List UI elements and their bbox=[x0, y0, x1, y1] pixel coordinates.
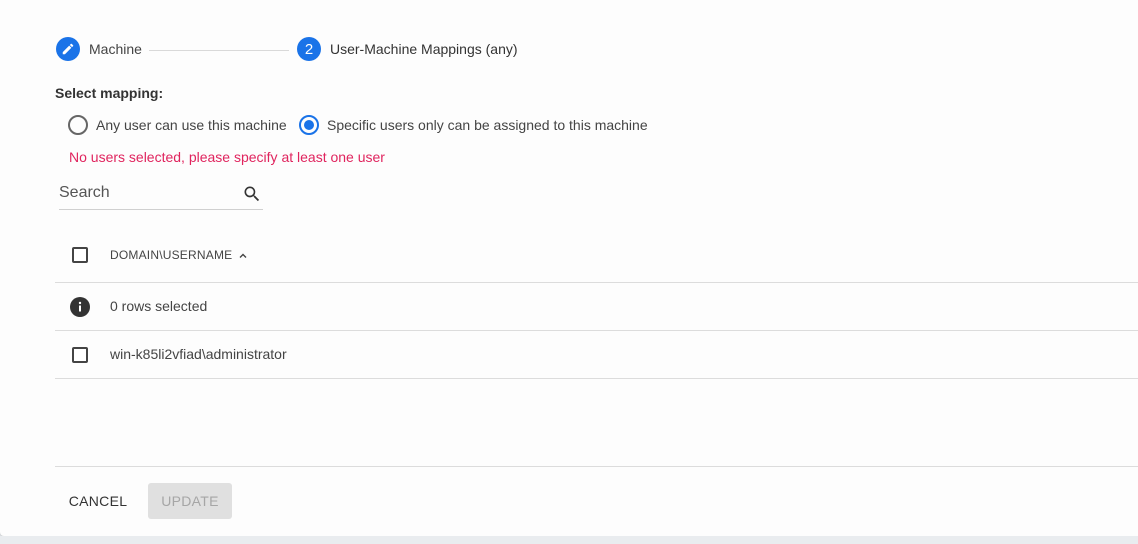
row-divider bbox=[55, 282, 1138, 283]
search-field bbox=[59, 178, 263, 210]
step-machine[interactable]: Machine bbox=[56, 37, 142, 61]
page-background-strip bbox=[0, 536, 1138, 544]
row-divider bbox=[55, 330, 1138, 331]
search-input[interactable] bbox=[59, 182, 229, 204]
column-header-domain-username[interactable]: DOMAIN\USERNAME bbox=[110, 248, 248, 262]
search-icon[interactable] bbox=[242, 184, 262, 204]
radio-specific-users[interactable] bbox=[299, 115, 319, 135]
pencil-icon bbox=[56, 37, 80, 61]
footer-divider bbox=[55, 466, 1138, 467]
select-all-checkbox[interactable] bbox=[72, 247, 88, 263]
update-button[interactable]: UPDATE bbox=[148, 483, 232, 519]
radio-option-any-user[interactable]: Any user can use this machine bbox=[68, 115, 287, 135]
info-icon bbox=[70, 297, 90, 317]
step-number-badge: 2 bbox=[297, 37, 321, 61]
row-checkbox[interactable] bbox=[72, 347, 88, 363]
rows-selected-text: 0 rows selected bbox=[110, 298, 208, 314]
step-user-machine-mappings-label: User-Machine Mappings (any) bbox=[330, 41, 518, 57]
radio-option-specific-users[interactable]: Specific users only can be assigned to t… bbox=[299, 115, 648, 135]
radio-specific-users-label: Specific users only can be assigned to t… bbox=[327, 117, 648, 133]
row-username: win-k85li2vfiad\administrator bbox=[110, 346, 287, 362]
user-machine-mapping-dialog: Machine 2 User-Machine Mappings (any) Se… bbox=[0, 0, 1138, 536]
radio-any-user-label: Any user can use this machine bbox=[96, 117, 287, 133]
cancel-button[interactable]: CANCEL bbox=[59, 483, 137, 519]
column-header-label: DOMAIN\USERNAME bbox=[110, 248, 233, 262]
radio-any-user[interactable] bbox=[68, 115, 88, 135]
stepper-connector bbox=[149, 50, 289, 51]
validation-error-message: No users selected, please specify at lea… bbox=[69, 149, 385, 165]
step-user-machine-mappings[interactable]: 2 User-Machine Mappings (any) bbox=[297, 37, 518, 61]
sort-ascending-icon bbox=[238, 250, 248, 260]
select-mapping-label: Select mapping: bbox=[55, 85, 164, 101]
row-divider bbox=[55, 378, 1138, 379]
step-machine-label: Machine bbox=[89, 41, 142, 57]
